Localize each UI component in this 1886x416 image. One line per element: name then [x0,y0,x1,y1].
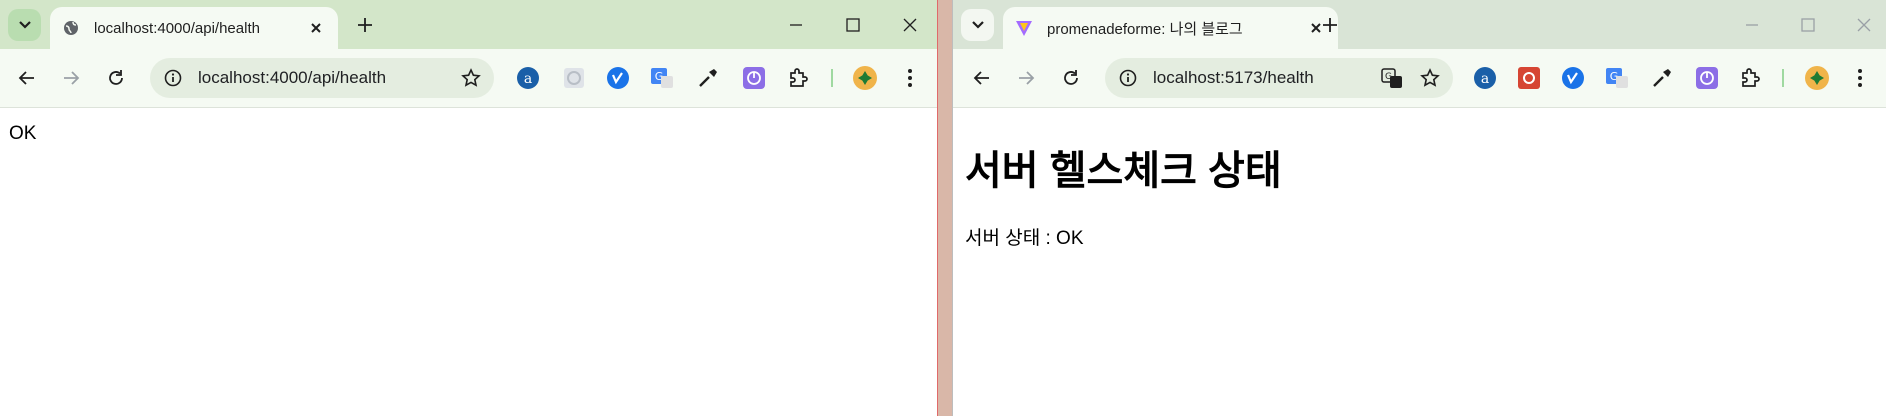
arrow-left-icon [973,71,989,85]
svg-text:a: a [1481,71,1489,87]
more-menu-icon[interactable] [896,64,924,92]
address-bar[interactable]: localhost:4000/api/health [150,58,494,98]
chevron-down-icon [18,21,31,29]
eyedropper-extension-icon[interactable] [1648,64,1676,92]
server-status-text: 서버 상태 : OK [965,228,1084,249]
new-tab-button[interactable] [1317,12,1343,38]
power-extension-icon[interactable] [740,64,768,92]
page-content: 서버 헬스체크 상태 서버 상태 : OK [953,108,1886,416]
minimize-button[interactable] [781,10,811,40]
power-extension-icon[interactable] [1693,64,1721,92]
browser-toolbar: localhost:5173/health G a G [953,49,1886,108]
grid-extension-icon[interactable] [1515,64,1543,92]
browser-window-right: promenadeforme: 나의 블로그 localhost:5173/he… [952,0,1886,416]
back-button[interactable] [12,63,42,93]
profile-avatar[interactable] [1803,64,1831,92]
chevron-down-icon [971,21,984,29]
tab-search-button[interactable] [8,9,41,41]
reload-icon [109,70,123,85]
url-text: localhost:5173/health [1153,68,1314,87]
page-content: OK [0,108,937,416]
maximize-icon [1801,18,1815,32]
profile-avatar[interactable] [851,64,879,92]
globe-icon [62,19,80,37]
close-icon [1857,18,1871,32]
tab-title: localhost:4000/api/health [94,19,260,37]
page-title: 서버 헬스체크 상태 [965,149,1282,193]
maximize-button[interactable] [838,10,868,40]
translate-extension-icon[interactable]: G [648,64,676,92]
close-window-button[interactable] [895,10,925,40]
svg-text:a: a [524,71,532,87]
maximize-button[interactable] [1793,10,1823,40]
plus-icon [358,18,372,32]
forward-button[interactable] [1011,63,1041,93]
minimize-icon [790,24,802,26]
translate-extension-icon[interactable]: G [1603,64,1631,92]
arrow-right-icon [64,71,80,85]
vimeo-extension-icon[interactable] [1559,64,1587,92]
tab-title: promenadeforme: 나의 블로그 [1047,20,1243,38]
grid-extension-icon[interactable] [560,64,588,92]
reload-button[interactable] [1056,63,1086,93]
reload-button[interactable] [101,63,131,93]
url-text: localhost:4000/api/health [198,68,387,87]
tab-strip: promenadeforme: 나의 블로그 [953,0,1886,49]
maximize-icon [846,18,860,32]
new-tab-button[interactable] [352,12,378,38]
minimize-button[interactable] [1737,10,1767,40]
reload-icon [1064,70,1078,85]
eyedropper-extension-icon[interactable] [694,64,722,92]
forward-button[interactable] [56,63,86,93]
close-window-button[interactable] [1849,10,1879,40]
puzzle-extensions-icon[interactable] [1736,64,1764,92]
font-extension-icon[interactable]: a [1471,64,1499,92]
site-info-icon[interactable] [1115,65,1141,91]
back-button[interactable] [967,63,997,93]
vite-logo-icon [1015,19,1033,37]
browser-window-left: localhost:4000/api/health localhost:4000… [0,0,938,416]
close-tab-icon[interactable] [304,16,328,40]
site-info-icon[interactable] [160,65,186,91]
plus-icon [1323,18,1337,32]
translate-page-icon[interactable]: G [1377,63,1407,93]
tab-active[interactable]: promenadeforme: 나의 블로그 [1003,7,1338,49]
tab-active[interactable]: localhost:4000/api/health [50,7,338,49]
response-text: OK [9,123,37,144]
toolbar-divider [831,69,833,87]
tab-strip: localhost:4000/api/health [0,0,937,49]
bookmark-star-icon[interactable] [1415,63,1445,93]
tab-search-button[interactable] [961,9,994,41]
minimize-icon [1746,24,1758,26]
address-bar[interactable]: localhost:5173/health G [1105,58,1453,98]
browser-toolbar: localhost:4000/api/health a G [0,49,937,108]
close-icon [903,18,917,32]
font-extension-icon[interactable]: a [514,64,542,92]
arrow-right-icon [1019,71,1035,85]
bookmark-star-icon[interactable] [456,63,486,93]
more-menu-icon[interactable] [1846,64,1874,92]
puzzle-extensions-icon[interactable] [784,64,812,92]
toolbar-divider [1782,69,1784,87]
vimeo-extension-icon[interactable] [604,64,632,92]
arrow-left-icon [18,71,34,85]
